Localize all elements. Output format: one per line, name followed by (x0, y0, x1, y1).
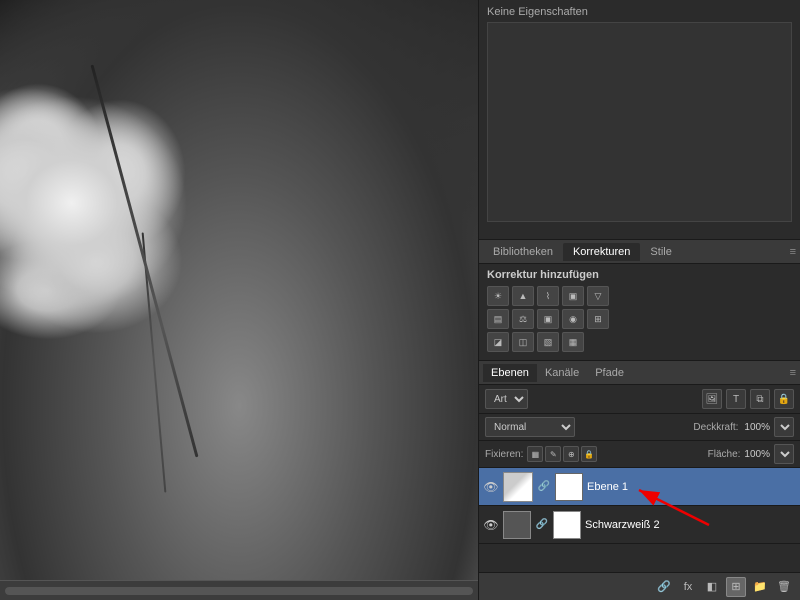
layers-menu-button[interactable]: ≡ (790, 367, 796, 379)
layer-name-ebene1: Ebene 1 (587, 481, 796, 493)
opacity-value[interactable]: 100% (744, 422, 770, 433)
layer-thumb-schwarzweiss2 (503, 511, 531, 539)
opacity-dropdown[interactable]: ▾ (774, 417, 794, 437)
adjustments-row-1: ☀ ▲ ⌇ ▣ ▽ (487, 286, 792, 306)
adjustments-row-2: ▤ ⚖ ▣ ◉ ⊞ (487, 309, 792, 329)
layer-lock-icon[interactable]: 🔒 (774, 389, 794, 409)
layers-tabs-row: Ebenen Kanäle Pfade ≡ (479, 361, 800, 385)
adjustments-row-3: ◪ ◫ ▧ ▦ (487, 332, 792, 352)
adj-gradient-icon[interactable]: ▽ (587, 286, 609, 306)
layers-fixieren-row: Fixieren: ▦ ✎ ⊕ 🔒 Fläche: 100% ▾ (479, 441, 800, 468)
layer-mask-ebene1 (555, 473, 583, 501)
flaeche-dropdown[interactable]: ▾ (774, 444, 794, 464)
canvas-bottom-bar (0, 580, 478, 600)
adj-exposure-icon[interactable]: ▣ (562, 286, 584, 306)
adj-posterize-icon[interactable]: ⊞ (587, 309, 609, 329)
layers-section: Ebenen Kanäle Pfade ≡ Art 🖼 T ⧉ 🔒 Normal… (479, 361, 800, 600)
right-panel: Keine Eigenschaften Bibliotheken Korrekt… (478, 0, 800, 600)
properties-content (487, 22, 792, 222)
bottom-mask-icon[interactable]: ◧ (702, 577, 722, 597)
tab-kanaele[interactable]: Kanäle (537, 364, 587, 382)
adj-pattern-icon[interactable]: ▦ (562, 332, 584, 352)
bottom-group-icon[interactable]: 📁 (750, 577, 770, 597)
lock-position-icon[interactable]: ⊕ (563, 446, 579, 462)
layer-item-schwarzweiss2[interactable]: 👁 🔗 Schwarzweiß 2 (479, 506, 800, 544)
lock-pixels-icon[interactable]: ▦ (527, 446, 543, 462)
fixieren-label: Fixieren: (485, 449, 523, 460)
flaeche-value[interactable]: 100% (744, 449, 770, 460)
layer-mask-schwarzweiss2 (553, 511, 581, 539)
layer-eye-ebene1[interactable]: 👁 (483, 479, 499, 495)
canvas-area (0, 0, 478, 600)
tab-ebenen[interactable]: Ebenen (483, 364, 537, 382)
layer-item-ebene1[interactable]: 👁 🔗 Ebene 1 (479, 468, 800, 506)
layer-text-icon[interactable]: T (726, 389, 746, 409)
bottom-link-icon[interactable]: 🔗 (654, 577, 674, 597)
canvas-scrollbar[interactable] (5, 587, 473, 595)
properties-title: Keine Eigenschaften (487, 6, 792, 18)
layer-link-icon[interactable]: ⧉ (750, 389, 770, 409)
layer-thumbnail-icon[interactable]: 🖼 (702, 389, 722, 409)
adj-bw-icon[interactable]: ◉ (562, 309, 584, 329)
layer-type-select[interactable]: Art (485, 389, 528, 409)
layer-eye-schwarzweiss2[interactable]: 👁 (483, 517, 499, 533)
tabs-menu-button[interactable]: ≡ (790, 246, 796, 258)
layer-thumb-ebene1 (503, 472, 533, 502)
adjustments-title: Korrektur hinzufügen (487, 269, 792, 281)
canvas-image (0, 0, 478, 580)
layers-bottom-bar: 🔗 fx ◧ ⊞ 📁 🗑 (479, 572, 800, 600)
opacity-label: Deckkraft: (693, 422, 738, 433)
adj-vibrance-icon[interactable]: ▤ (487, 309, 509, 329)
bottom-adjustment-icon[interactable]: ⊞ (726, 577, 746, 597)
adj-hsl-icon[interactable]: ⚖ (512, 309, 534, 329)
stem-detail (142, 232, 167, 492)
adjustments-tabs-row: Bibliotheken Korrekturen Stile ≡ (479, 240, 800, 264)
bottom-fx-icon[interactable]: fx (678, 577, 698, 597)
blend-mode-select[interactable]: Normal (485, 417, 575, 437)
adjustments-section: Korrektur hinzufügen ☀ ▲ ⌇ ▣ ▽ ▤ ⚖ ▣ ◉ ⊞… (479, 264, 800, 361)
adj-selective-icon[interactable]: ▧ (537, 332, 559, 352)
tab-pfade[interactable]: Pfade (587, 364, 632, 382)
layer-name-schwarzweiss2: Schwarzweiß 2 (585, 519, 796, 531)
adj-colorbalance-icon[interactable]: ▣ (537, 309, 559, 329)
lock-all-icon[interactable]: 🔒 (581, 446, 597, 462)
layers-type-row: Art 🖼 T ⧉ 🔒 (479, 385, 800, 414)
layers-list: 👁 🔗 Ebene 1 👁 🔗 Schwarzweiß 2 (479, 468, 800, 572)
layer-link-schwarzweiss2: 🔗 (535, 518, 549, 532)
bottom-delete-icon[interactable]: 🗑 (774, 577, 794, 597)
layers-blendmode-row: Normal Deckkraft: 100% ▾ (479, 414, 800, 441)
adj-invert-icon[interactable]: ◪ (487, 332, 509, 352)
lock-paint-icon[interactable]: ✎ (545, 446, 561, 462)
adj-brightness-icon[interactable]: ☀ (487, 286, 509, 306)
adj-curves-icon[interactable]: ⌇ (537, 286, 559, 306)
tab-stile[interactable]: Stile (640, 243, 681, 261)
lock-icons-group: ▦ ✎ ⊕ 🔒 (527, 446, 597, 462)
adj-levels-icon[interactable]: ▲ (512, 286, 534, 306)
tab-korrekturen[interactable]: Korrekturen (563, 243, 640, 261)
flaeche-label: Fläche: (708, 449, 741, 460)
layer-link-ebene1: 🔗 (537, 480, 551, 494)
properties-panel: Keine Eigenschaften (479, 0, 800, 240)
tab-bibliotheken[interactable]: Bibliotheken (483, 243, 563, 261)
adj-threshold-icon[interactable]: ◫ (512, 332, 534, 352)
